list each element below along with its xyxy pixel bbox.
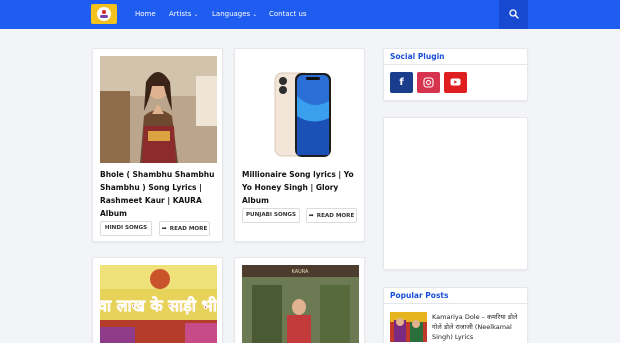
post-thumbnail-kaura[interactable]: KAURA — [242, 265, 359, 343]
thumbnail-caption: सवा लाख के साड़ी भीजे — [100, 296, 217, 315]
post-thumbnail-millionaire[interactable] — [242, 56, 359, 163]
share-arrow-icon: ➦ — [161, 225, 167, 232]
widget-title: Social Plugin — [390, 52, 445, 61]
logo-emblem — [97, 7, 111, 21]
post-thumbnail-sawa-lakh[interactable]: सवा लाख के साड़ी भीजे — [100, 265, 217, 343]
chevron-down-icon: ⌄ — [193, 11, 199, 18]
popular-post-title[interactable]: Kamariya Dole – कमरिया डोले गोले डोले रा… — [432, 312, 524, 342]
thumbnail-caption: KAURA — [292, 269, 310, 275]
nav-artists[interactable]: Artists ⌄ — [169, 0, 198, 29]
post-card-bhole: Bhole ( Shambhu Shambhu Shambhu ) Song L… — [92, 48, 223, 242]
post-card-millionaire: Millionaire Song lyrics | Yo Yo Honey Si… — [234, 48, 365, 242]
chevron-down-icon: ⌄ — [252, 11, 258, 18]
post-thumbnail-bhole[interactable] — [100, 56, 217, 163]
search-icon — [509, 9, 519, 19]
facebook-icon[interactable]: f — [390, 72, 413, 93]
read-more-button[interactable]: ➦ READ MORE — [306, 208, 357, 223]
instagram-icon[interactable] — [417, 72, 440, 93]
nav-contact-us[interactable]: Contact us — [269, 0, 307, 29]
nav-languages[interactable]: Languages ⌄ — [212, 0, 257, 29]
popular-posts-widget: Popular Posts Kamariya Dole – कमरिया डोल… — [383, 287, 528, 343]
post-card-sawa-lakh: सवा लाख के साड़ी भीजे — [92, 257, 223, 343]
advertisement-box — [383, 117, 528, 270]
social-plugin-widget: Social Plugin f — [383, 48, 528, 101]
tag-chip[interactable]: HINDI SONGS — [100, 221, 152, 236]
read-more-button[interactable]: ➦ READ MORE — [159, 221, 210, 236]
youtube-icon[interactable] — [444, 72, 467, 93]
widget-title: Popular Posts — [390, 291, 449, 300]
post-title[interactable]: Millionaire Song lyrics | Yo Yo Honey Si… — [242, 168, 362, 207]
nav-home[interactable]: Home — [135, 0, 156, 29]
tag-chip[interactable]: PUNJABI SONGS — [242, 208, 300, 223]
site-logo[interactable] — [91, 4, 117, 24]
post-card-kaura: KAURA — [234, 257, 365, 343]
post-title[interactable]: Bhole ( Shambhu Shambhu Shambhu ) Song L… — [100, 168, 220, 220]
divider — [384, 303, 527, 304]
share-arrow-icon: ➦ — [308, 212, 314, 219]
search-button[interactable] — [499, 0, 528, 29]
popular-post-thumbnail[interactable] — [390, 312, 427, 342]
top-navbar: Home Artists ⌄ Languages ⌄ Contact us — [0, 0, 620, 29]
divider — [384, 64, 527, 65]
